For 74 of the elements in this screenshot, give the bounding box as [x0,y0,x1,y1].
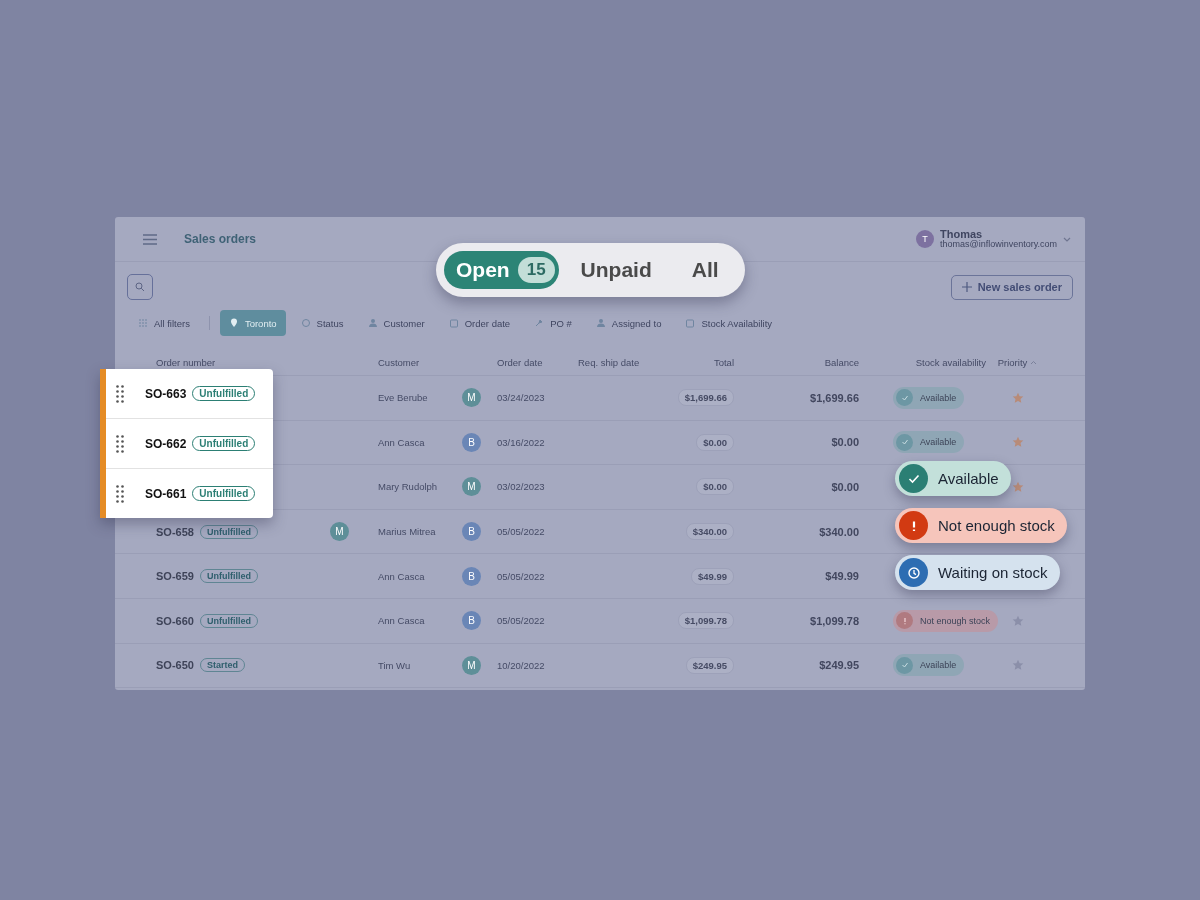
customer-avatar: M [462,655,481,675]
balance-amount: $249.95 [819,659,859,672]
customer-avatar: B [462,522,481,542]
stock-status-badge: Not enough stock [893,609,999,632]
new-sales-order-button[interactable]: New sales order [950,274,1073,300]
balance-amount: $340.00 [819,525,859,538]
balance-amount: $1,699.66 [810,391,859,404]
stock-status-badge: Waiting on stock [895,555,1060,590]
customer-name: Mary Rudolph [378,481,439,493]
balance-amount: $49.99 [825,570,859,583]
column-header[interactable]: Priority [997,356,1028,368]
filter-chip[interactable]: All filters [129,310,199,336]
order-number[interactable]: SO-662 [145,436,187,451]
filter-chip[interactable]: PO # [525,310,581,336]
view-tab[interactable]: Unpaid [562,251,670,289]
column-header[interactable]: Order date [497,356,578,368]
balance-amount: $0.00 [831,481,859,493]
assignee-avatar: M [330,522,349,542]
column-header[interactable]: Balance [824,356,859,368]
total-amount: $0.00 [696,433,734,451]
filter-chip[interactable]: Assigned to [586,310,671,336]
customer-name: Tim Wu [378,659,412,671]
customer-name: Ann Casca [378,615,426,627]
column-header[interactable]: Req. ship date [578,356,658,368]
user-avatar[interactable]: T [916,230,934,248]
stock-status-badge: Available [893,431,965,454]
customer-name: Marius Mitrea [378,526,437,538]
customer-avatar: B [462,611,481,631]
column-header[interactable]: Stock availability [915,356,986,368]
column-header[interactable]: Customer [378,356,462,368]
filter-chip[interactable]: Order date [439,310,520,336]
total-amount: $249.95 [685,656,734,674]
order-date: 03/16/2022 [497,436,546,448]
order-date: 03/02/2023 [497,481,546,493]
order-date: 10/20/2022 [497,659,546,671]
customer-avatar: M [462,388,481,408]
order-date: 05/05/2022 [497,526,546,538]
stock-status-badge: Available [895,461,1011,496]
filter-chip[interactable]: Stock Availability [676,310,782,336]
order-number[interactable]: SO-663 [145,386,187,401]
order-number[interactable]: SO-650 [156,659,194,672]
customer-avatar: B [462,432,481,452]
customer-name: Ann Casca [378,570,426,582]
user-email: thomas@inflowinventory.com [940,240,1057,249]
total-amount: $49.99 [690,567,734,585]
balance-amount: $1,099.78 [810,614,859,627]
customer-name: Ann Casca [378,436,426,448]
order-number[interactable]: SO-660 [156,614,194,627]
filter-chip[interactable]: Status [291,310,353,336]
stock-status-badge: Not enough stock [895,508,1067,543]
customer-name: Eve Berube [378,392,429,404]
filter-chip[interactable]: Customer [358,310,434,336]
column-header[interactable]: Order number [156,356,330,368]
total-amount: $340.00 [685,523,734,541]
stock-status-badge: Available [893,654,965,677]
view-tab[interactable]: All [673,251,737,289]
page-title: Sales orders [184,232,257,246]
total-amount: $1,099.78 [677,612,734,630]
column-header[interactable]: Total [713,356,734,368]
order-date: 03/24/2023 [497,392,546,404]
order-number[interactable]: SO-658 [156,525,194,538]
view-tab[interactable]: Open 15 [444,251,559,289]
stock-status-badge: Available [893,386,965,409]
customer-avatar: B [462,566,481,586]
filter-chip[interactable]: Toronto [219,310,286,336]
total-amount: $1,699.66 [677,389,734,407]
order-number[interactable]: SO-659 [156,570,194,583]
customer-avatar: M [462,477,481,497]
order-date: 05/05/2022 [497,570,546,582]
balance-amount: $0.00 [831,436,859,449]
order-number[interactable]: SO-661 [145,486,187,501]
user-name: Thomas [940,229,984,240]
order-date: 05/05/2022 [497,615,546,627]
total-amount: $0.00 [696,478,734,496]
